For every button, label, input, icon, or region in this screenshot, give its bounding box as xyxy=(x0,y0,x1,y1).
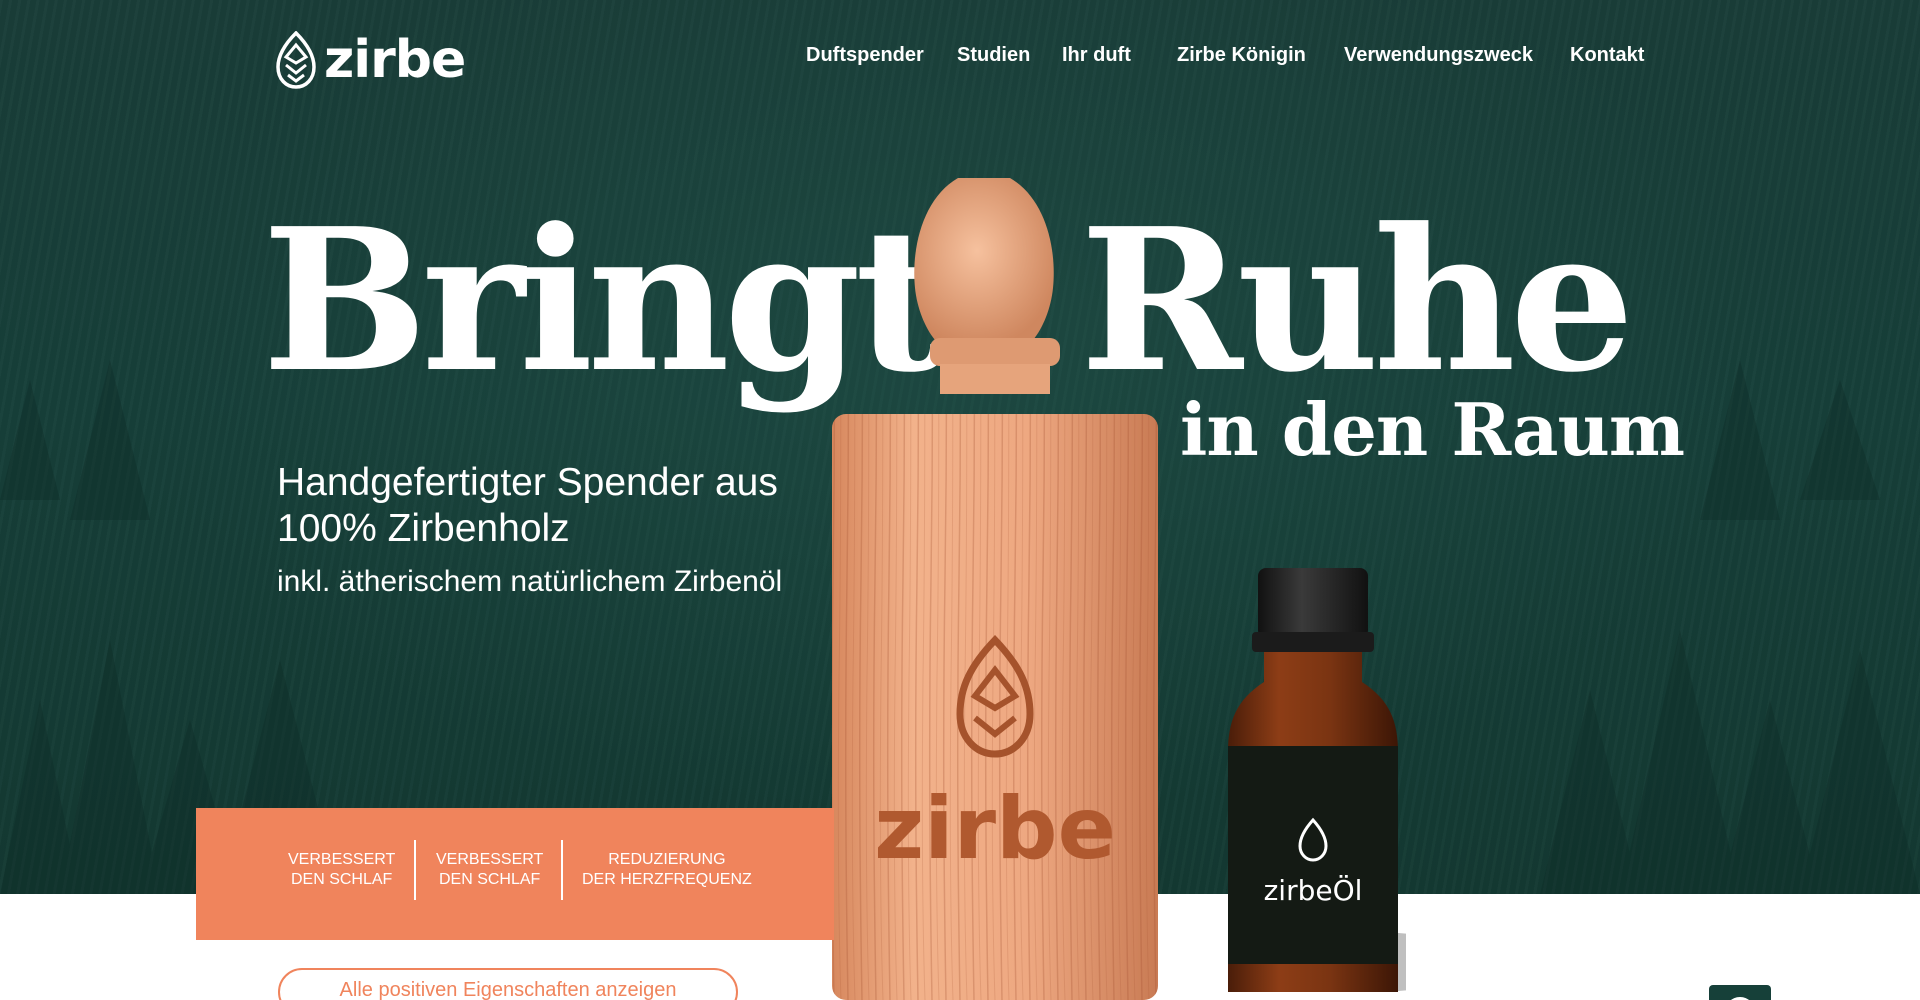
hero-headline-sub: in den Raum xyxy=(1180,387,1685,472)
nav-item-ihr-duft[interactable]: Ihr duft xyxy=(1062,44,1131,67)
hero-subtitle: Handgefertigter Spender aus 100% Zirbenh… xyxy=(277,461,778,550)
benefit-line: VERBESSERT xyxy=(436,851,544,868)
benefit-item: REDUZIERUNG DER HERZFREQUENZ xyxy=(582,850,752,890)
main-navigation: Duftspender Studien Ihr duft Zirbe König… xyxy=(0,44,1920,74)
benefit-divider xyxy=(561,840,563,900)
benefits-box: VERBESSERT DEN SCHLAF VERBESSERT DEN SCH… xyxy=(196,808,834,940)
wooden-dispenser-image: zirbe xyxy=(832,178,1158,1000)
bottle-label: zirbeÖl xyxy=(1264,873,1363,907)
benefit-line: DEN SCHLAF xyxy=(290,871,393,888)
benefit-divider xyxy=(414,840,416,900)
headline-word-ruhe: Ruhe xyxy=(1080,186,1635,416)
benefit-line: DER HERZFREQUENZ xyxy=(582,871,752,888)
nav-item-duftspender[interactable]: Duftspender xyxy=(806,44,924,67)
hero-subtitle-secondary: inkl. ätherischem natürlichem Zirbenöl xyxy=(277,565,783,598)
benefit-line: DEN SCHLAF xyxy=(438,871,541,888)
benefit-line: VERBESSERT xyxy=(288,851,396,868)
nav-item-zirbe-koenigin[interactable]: Zirbe Königin xyxy=(1177,44,1306,67)
show-all-properties-button[interactable]: Alle positiven Eigenschaften anzeigen xyxy=(278,968,738,1000)
benefit-line: REDUZIERUNG xyxy=(608,851,726,868)
benefit-item: VERBESSERT DEN SCHLAF xyxy=(288,850,395,890)
nav-item-kontakt[interactable]: Kontakt xyxy=(1570,44,1644,67)
nav-item-verwendungszweck[interactable]: Verwendungszweck xyxy=(1344,44,1533,67)
zirbe-oil-bottle-image: zirbeÖl xyxy=(1228,568,1406,992)
nav-item-studien[interactable]: Studien xyxy=(957,44,1030,67)
chat-button[interactable] xyxy=(1709,985,1771,1000)
dispenser-engraving: zirbe xyxy=(874,779,1116,879)
benefit-item: VERBESSERT DEN SCHLAF xyxy=(436,850,543,890)
